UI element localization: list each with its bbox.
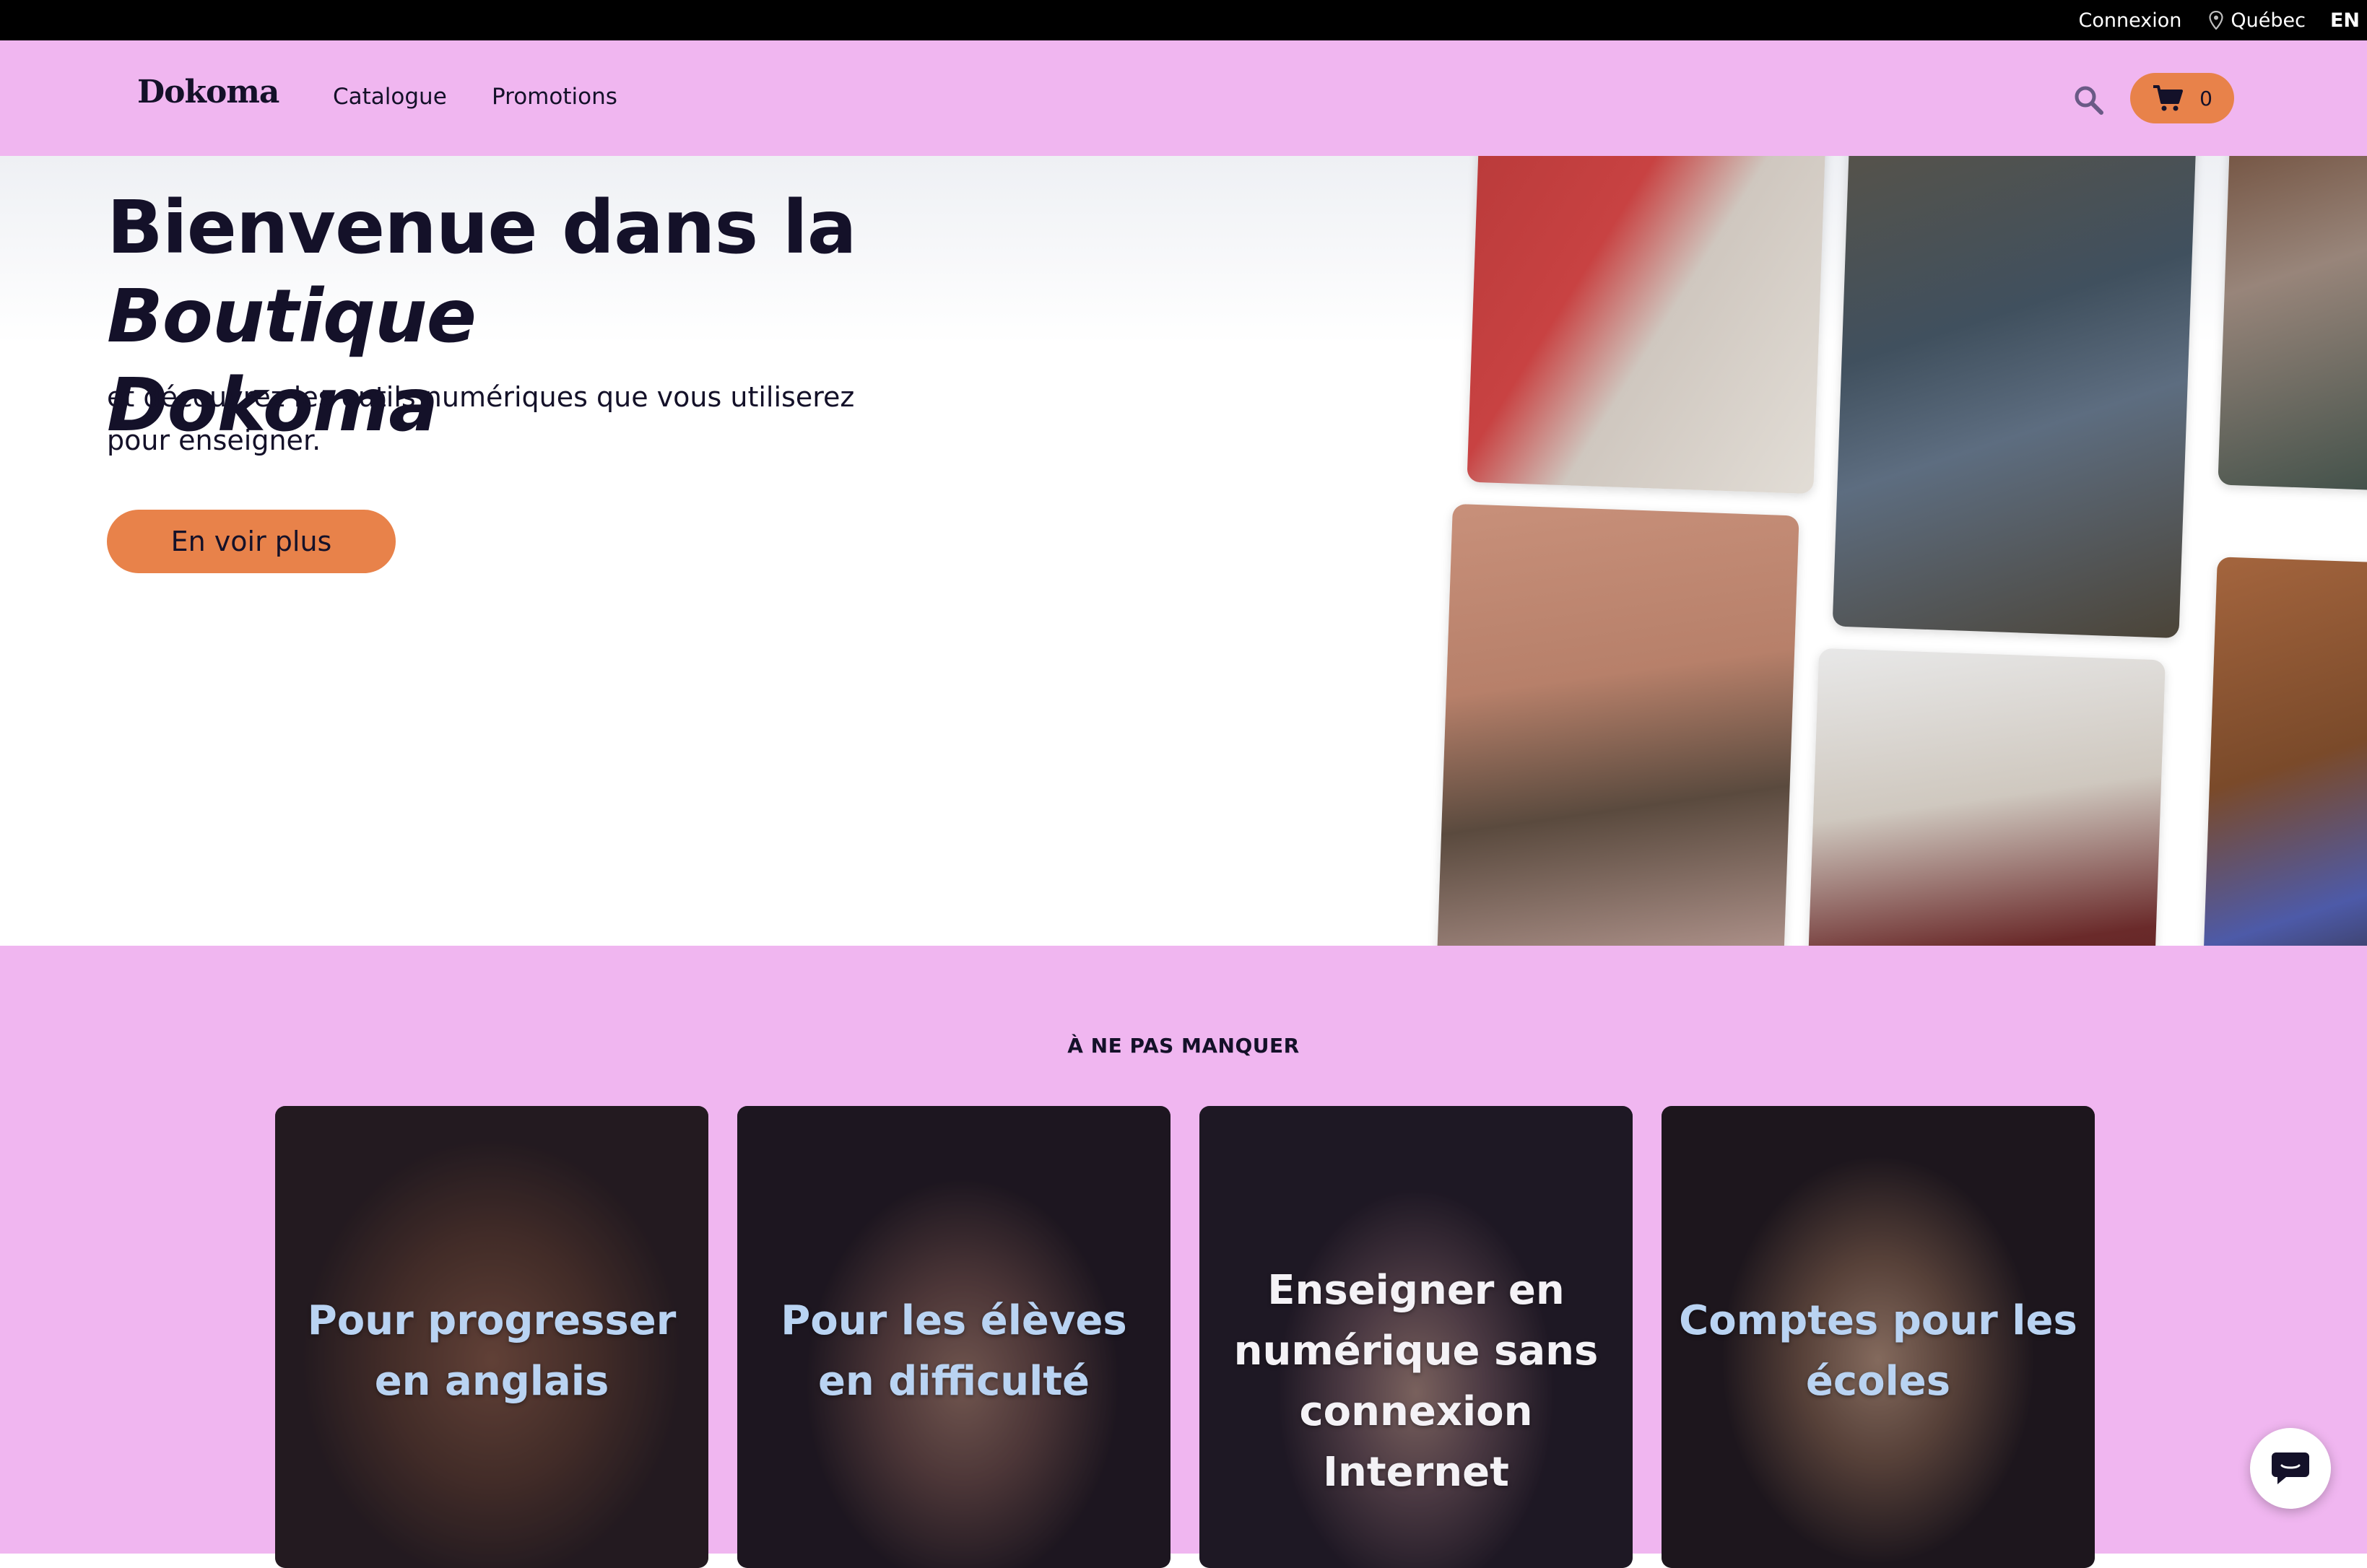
map-pin-icon (2209, 11, 2223, 30)
hero-section: Bienvenue dans la Boutique Dokoma et déco… (0, 156, 2367, 946)
hero-photo-student-glasses (2218, 156, 2367, 492)
hero-photo-student-patterned-shirt (2202, 557, 2367, 946)
card-english-title: Pour progresser en anglais (307, 1297, 677, 1405)
card-offline-teaching-title: Enseigner en numérique sans connexion In… (1233, 1267, 1599, 1496)
hero-photo-student-red-hoodie (1467, 156, 1826, 495)
top-bar: Connexion Québec EN (0, 0, 2367, 40)
cart-button[interactable]: 0 (2130, 73, 2234, 123)
search-icon (2075, 86, 2103, 115)
hero-photo-students-library (1436, 503, 1799, 946)
cart-icon (2153, 85, 2184, 111)
card-offline-teaching[interactable]: Enseigner en numérique sans connexion In… (1199, 1106, 1633, 1568)
hero-photo-woman-books (1832, 156, 2197, 639)
chat-launcher-button[interactable] (2250, 1428, 2331, 1509)
nav-link-promotions[interactable]: Promotions (492, 84, 617, 110)
hero-subtitle: et découvrez les outils numériques que v… (107, 381, 855, 456)
see-more-button[interactable]: En voir plus (107, 510, 396, 573)
location-label: Québec (2231, 9, 2306, 32)
card-school-accounts-title: Comptes pour les écoles (1679, 1297, 2077, 1405)
language-toggle[interactable]: EN (2330, 9, 2360, 32)
nav-link-catalogue[interactable]: Catalogue (333, 84, 447, 110)
main-navbar: Dokoma Catalogue Promotions 0 (0, 40, 2367, 156)
featured-label: À NE PAS MANQUER (1067, 1034, 1300, 1058)
login-link[interactable]: Connexion (2079, 9, 2182, 32)
card-struggling-students[interactable]: Pour les élèves en difficulté (737, 1106, 1171, 1568)
card-struggling-students-title: Pour les élèves en difficulté (781, 1297, 1127, 1405)
hero-title-italic-1: Boutique (107, 274, 477, 360)
chat-bubble-icon (2272, 1452, 2309, 1484)
hero-title-plain: Bienvenue dans la (107, 185, 857, 271)
card-english[interactable]: Pour progresser en anglais (275, 1106, 708, 1568)
featured-section: À NE PAS MANQUER Pour progresser en angl… (0, 946, 2367, 1568)
search-button[interactable] (2067, 78, 2111, 123)
dokoma-logo[interactable]: Dokoma (137, 74, 279, 110)
card-school-accounts[interactable]: Comptes pour les écoles (1662, 1106, 2095, 1568)
hero-photo-teacher-bookshelf (1806, 648, 2166, 946)
cart-count: 0 (2199, 86, 2212, 110)
location-selector[interactable]: Québec (2209, 9, 2306, 32)
